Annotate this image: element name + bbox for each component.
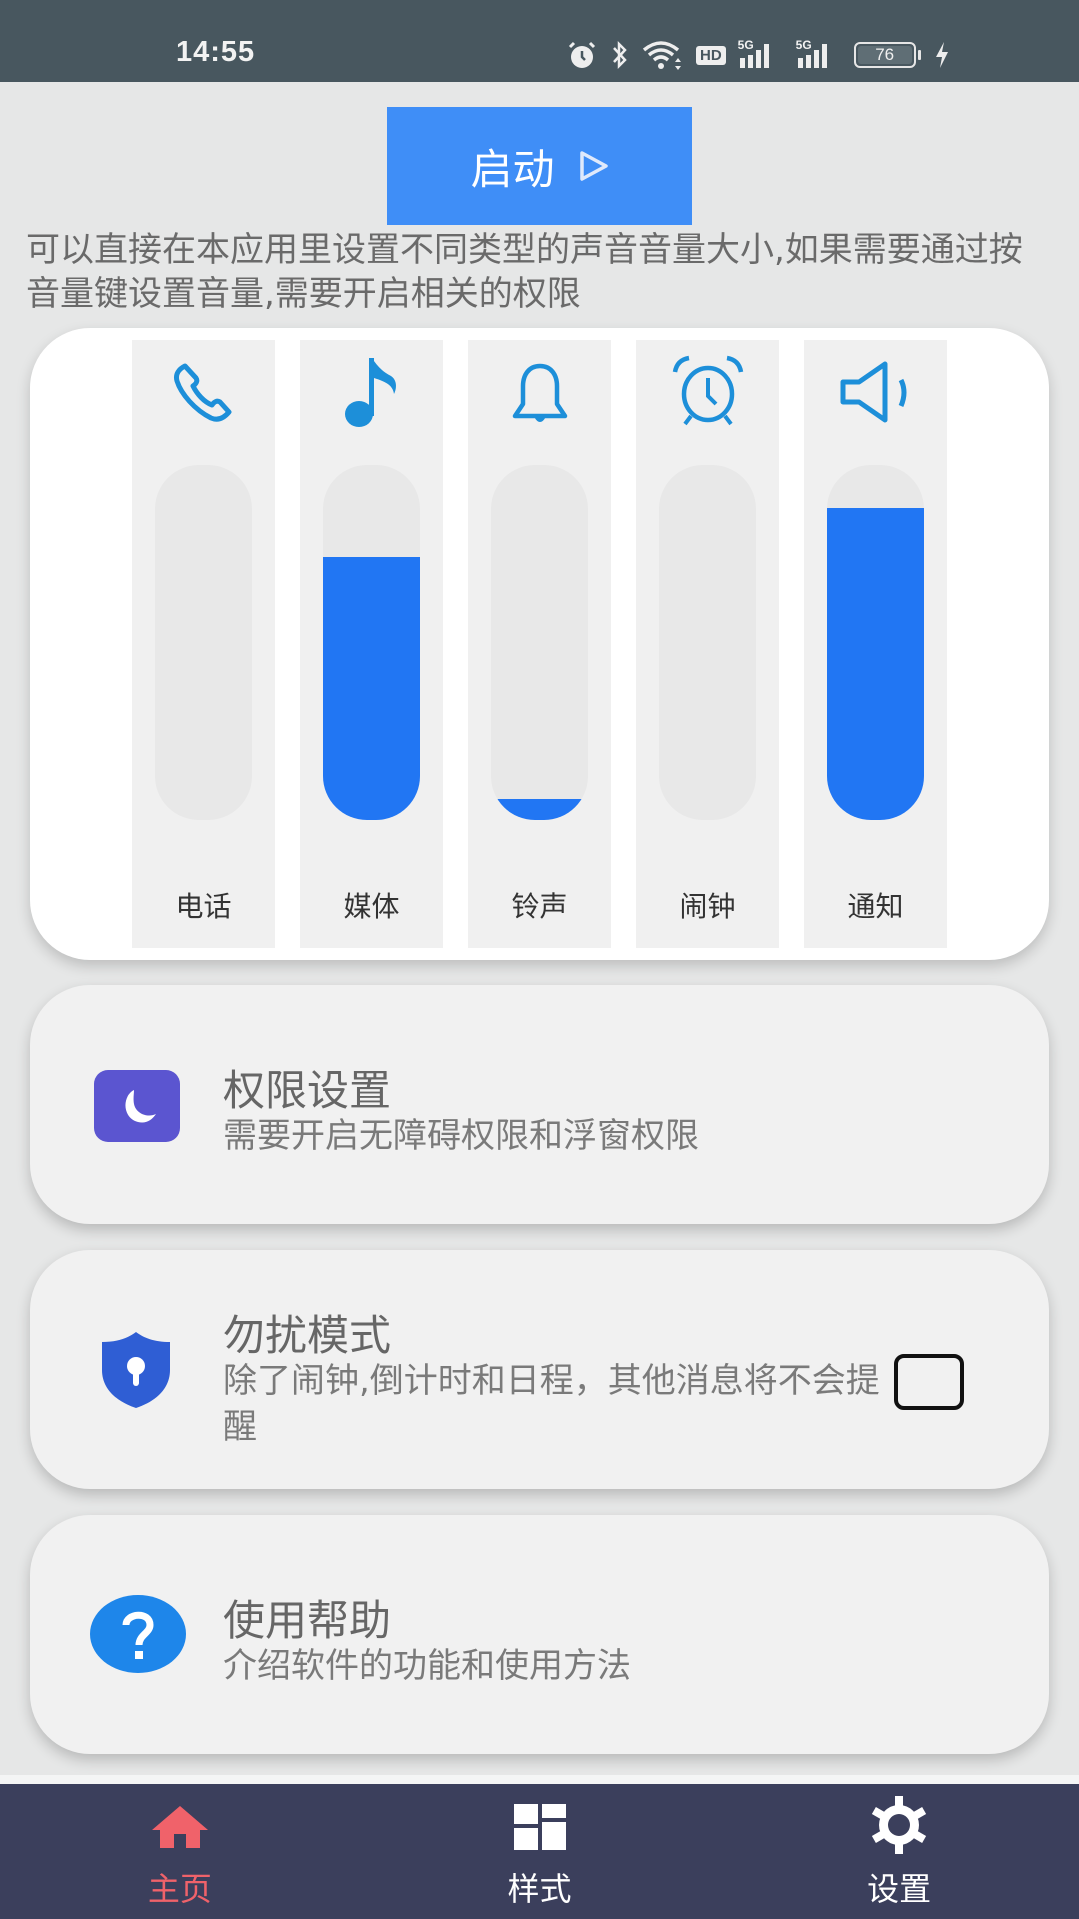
bluetooth-icon (613, 40, 627, 70)
alarm-clock-icon (672, 355, 744, 426)
hd-voice-icon: HD (696, 45, 726, 65)
battery-icon: 76 (853, 42, 921, 68)
start-button[interactable]: 启动 (387, 107, 692, 225)
help-card[interactable]: 使用帮助 介绍软件的功能和使用方法 (30, 1515, 1049, 1754)
option-title: 勿扰模式 (223, 1311, 392, 1360)
option-title: 使用帮助 (223, 1596, 392, 1645)
play-icon (579, 151, 608, 181)
status-icons: HD 5G 5G 76 (566, 38, 951, 72)
option-title: 权限设置 (223, 1066, 392, 1115)
nav-home[interactable]: 主页 (0, 1784, 360, 1919)
volume-fill (323, 557, 420, 820)
volume-fill (827, 507, 924, 820)
shield-lock-icon (102, 1332, 170, 1408)
nav-style[interactable]: 样式 (360, 1784, 720, 1919)
home-icon (151, 1806, 208, 1848)
charging-icon (935, 42, 948, 68)
dnd-checkbox[interactable] (894, 1354, 964, 1410)
signal-5g-icon: 5G (738, 38, 784, 70)
volume-slider-notification[interactable] (827, 465, 924, 820)
nav-label: 主页 (147, 1870, 212, 1908)
volume-channel-alarm: 闹钟 (636, 340, 779, 948)
option-subtitle: 除了闹钟,倒计时和日程，其他消息将不会提醒 (223, 1361, 880, 1447)
option-subtitle: 需要开启无障碍权限和浮窗权限 (223, 1116, 699, 1156)
signal-5g-icon: 5G (796, 38, 842, 70)
bell-icon (512, 363, 568, 422)
volume-label: 通知 (847, 890, 904, 923)
start-button-label: 启动 (470, 144, 555, 194)
layout-icon (513, 1804, 566, 1850)
volume-fill (491, 798, 588, 820)
volume-channel-media: 媒体 (300, 340, 443, 948)
speaker-icon (840, 361, 907, 423)
volume-slider-call[interactable] (155, 465, 252, 820)
nav-settings[interactable]: 设置 (719, 1784, 1079, 1919)
volume-channel-notification: 通知 (804, 340, 947, 948)
volume-label: 电话 (175, 890, 232, 923)
volume-slider-media[interactable] (323, 465, 420, 820)
status-time: 14:55 (176, 36, 256, 68)
volume-label: 媒体 (343, 890, 400, 923)
permissions-settings-card[interactable]: 权限设置 需要开启无障碍权限和浮窗权限 (30, 985, 1049, 1224)
moon-icon (94, 1070, 180, 1142)
nav-divider (0, 1775, 1079, 1784)
volume-slider-ring[interactable] (491, 465, 588, 820)
gear-icon (872, 1796, 927, 1854)
bottom-nav: 主页 样式 设置 (0, 1784, 1079, 1919)
battery-level: 76 (857, 46, 912, 64)
volume-label: 闹钟 (679, 890, 736, 923)
nav-label: 设置 (867, 1870, 932, 1908)
music-note-icon (345, 358, 396, 427)
status-bar: 14:55 HD 5G 5G 76 (0, 0, 1079, 82)
volume-channel-ring: 铃声 (468, 340, 611, 948)
volume-channel-call: 电话 (132, 340, 275, 948)
alarm-icon (568, 41, 596, 68)
volume-panel: 电话 媒体 铃声 闹钟 通知 (30, 328, 1049, 960)
wifi-icon (642, 41, 681, 70)
volume-label: 铃声 (511, 890, 568, 923)
help-icon (90, 1595, 186, 1673)
do-not-disturb-card[interactable]: 勿扰模式 除了闹钟,倒计时和日程，其他消息将不会提醒 (30, 1250, 1049, 1489)
phone-icon (174, 363, 232, 422)
option-subtitle: 介绍软件的功能和使用方法 (223, 1646, 631, 1686)
nav-label: 样式 (507, 1870, 572, 1908)
description-text: 可以直接在本应用里设置不同类型的声音音量大小,如果需要通过按音量键设置音量,需要… (26, 230, 1023, 314)
volume-slider-alarm[interactable] (659, 465, 756, 820)
